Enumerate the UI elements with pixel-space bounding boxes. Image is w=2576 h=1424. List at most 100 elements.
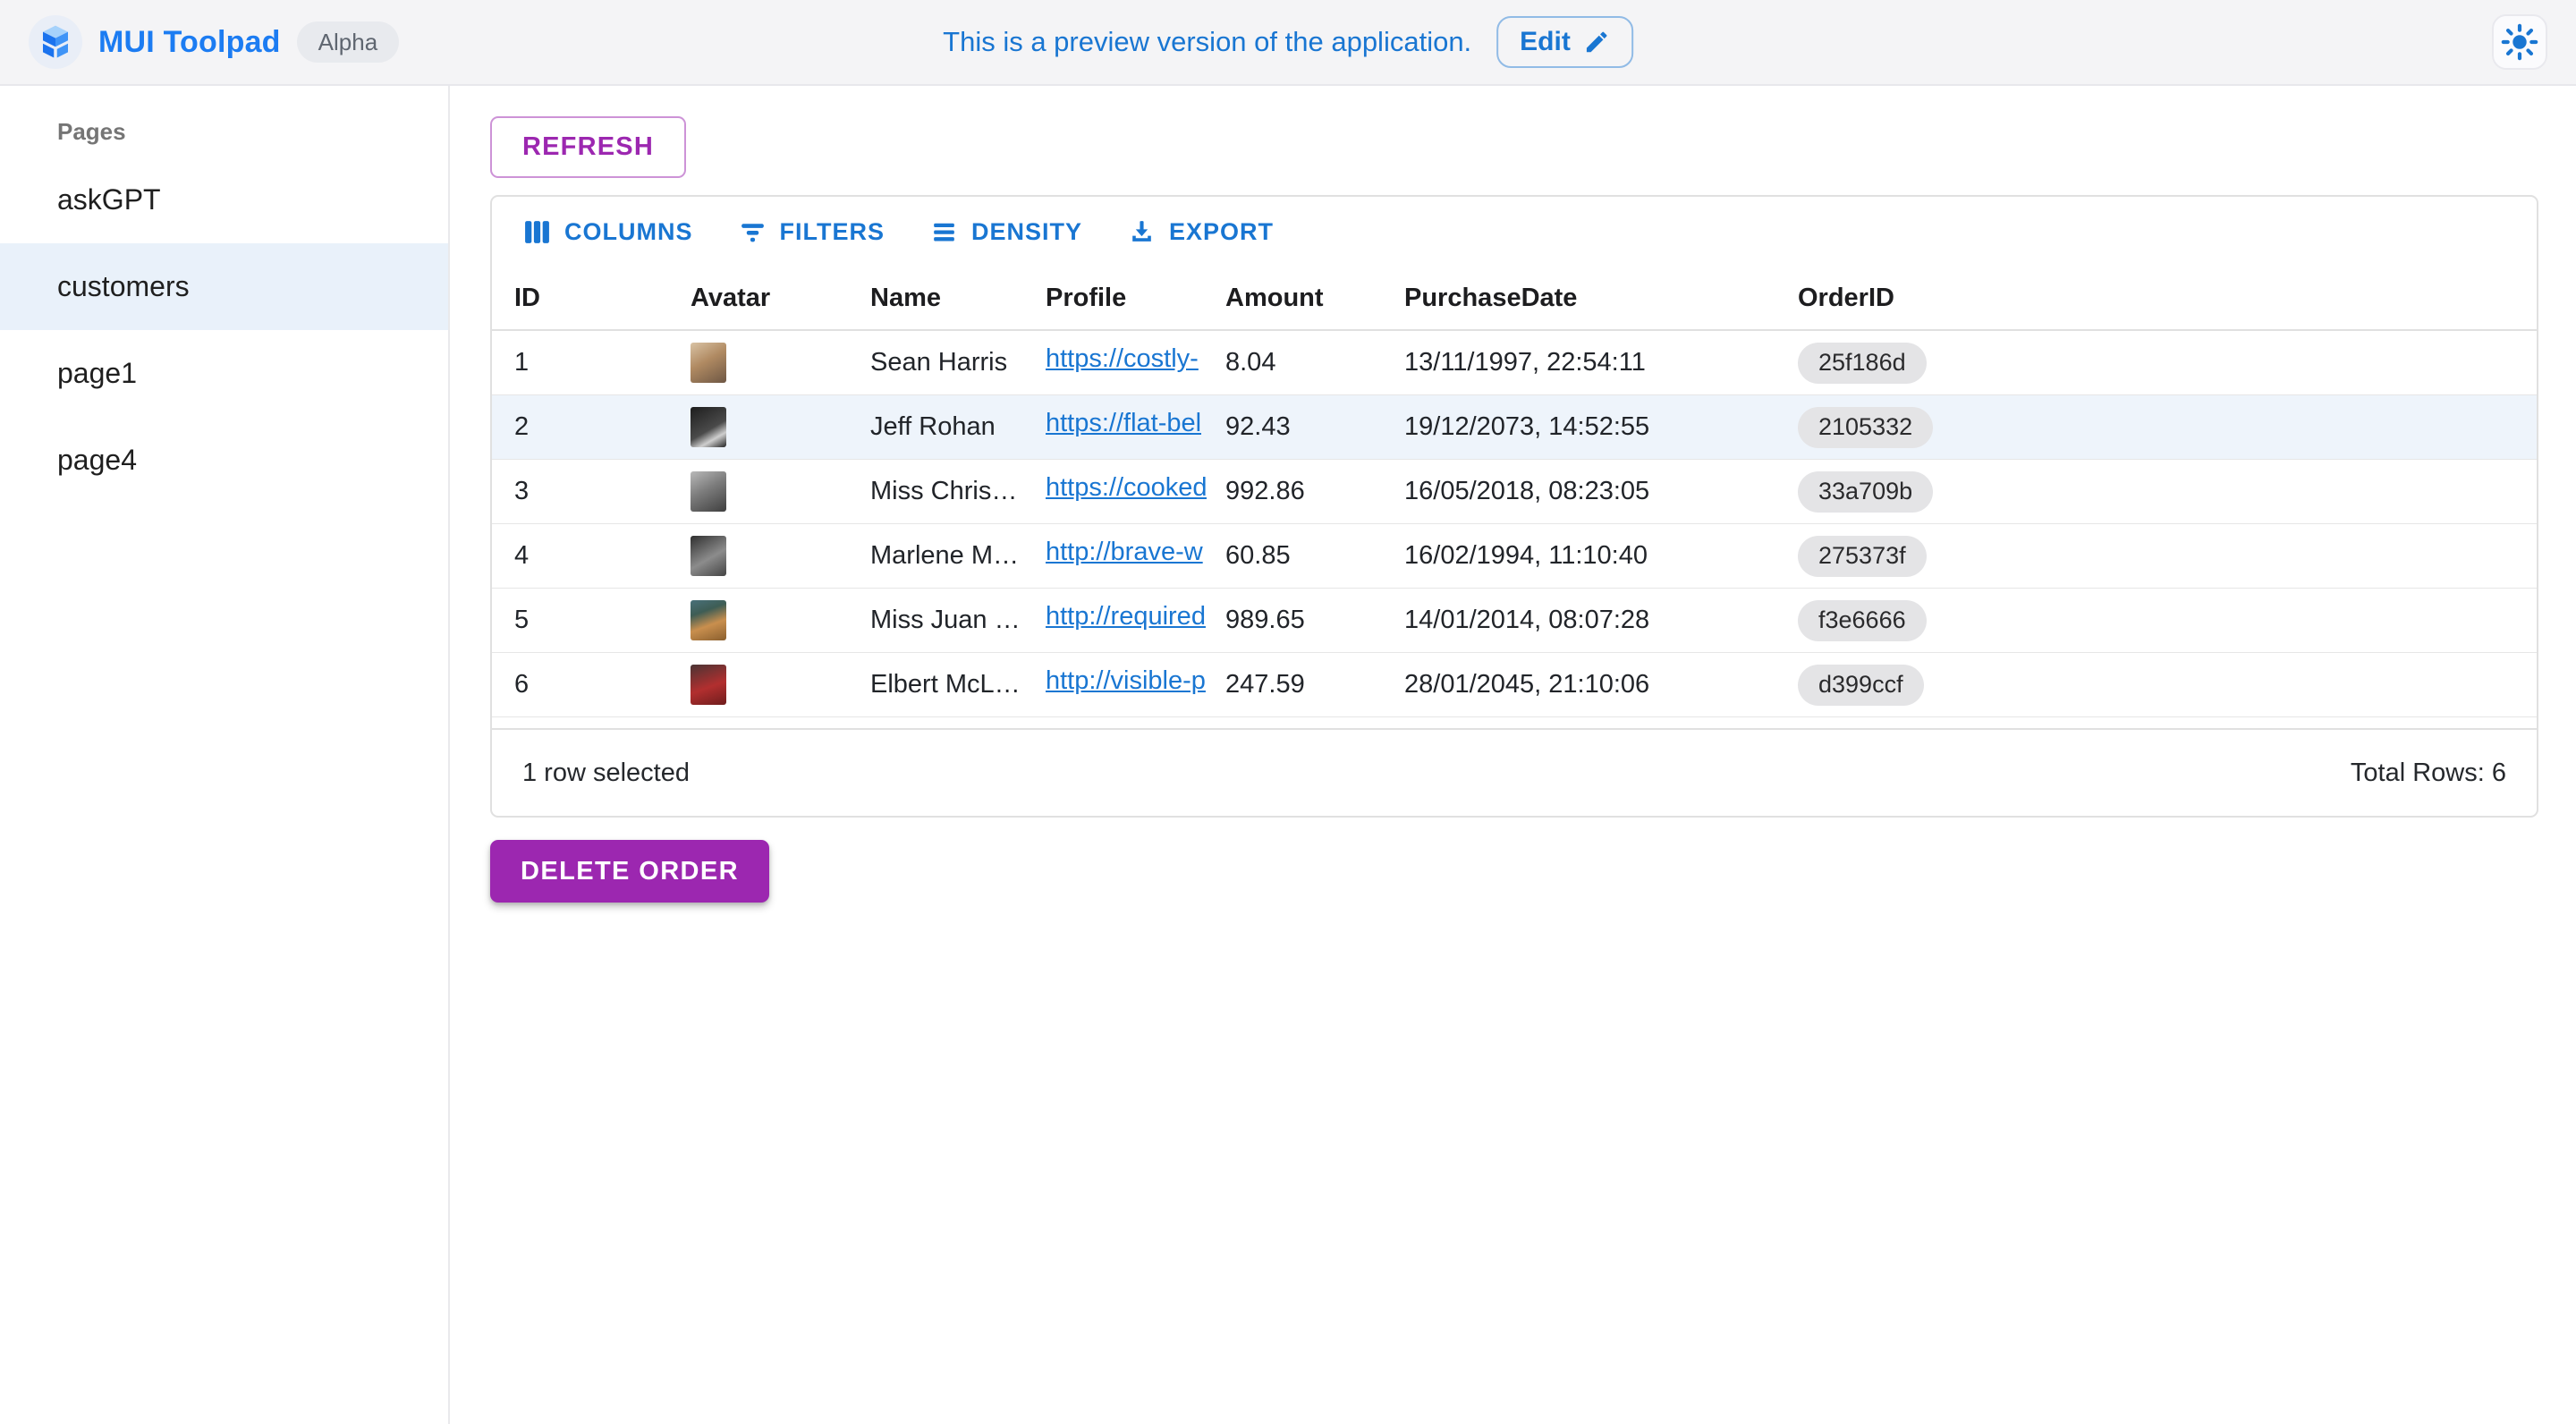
cell-orderid: 25f186d xyxy=(1798,343,2537,384)
density-button[interactable]: DENSITY xyxy=(917,208,1095,256)
columns-button[interactable]: COLUMNS xyxy=(510,208,706,256)
export-button-label: EXPORT xyxy=(1169,218,1274,246)
column-header-orderid[interactable]: OrderID xyxy=(1798,284,2537,313)
app-title: MUI Toolpad xyxy=(98,25,281,60)
column-header-amount[interactable]: Amount xyxy=(1225,284,1404,313)
avatar xyxy=(691,407,726,447)
columns-button-label: COLUMNS xyxy=(564,218,693,246)
order-id-chip: d399ccf xyxy=(1798,665,1924,706)
sidebar-item-page4[interactable]: page4 xyxy=(0,417,448,504)
cell-avatar xyxy=(691,471,870,512)
column-header-name[interactable]: Name xyxy=(870,284,1046,313)
avatar xyxy=(691,471,726,512)
cell-orderid: f3e6666 xyxy=(1798,600,2537,641)
cell-profile: http://visible-p xyxy=(1046,666,1225,703)
cell-purchasedate: 16/02/1994, 11:10:40 xyxy=(1404,541,1798,571)
table-row[interactable]: 3 Miss Chris… https://cooked 992.86 16/0… xyxy=(492,460,2537,524)
cell-profile: http://brave-w xyxy=(1046,538,1225,574)
sun-icon xyxy=(2501,23,2538,61)
cell-purchasedate: 28/01/2045, 21:10:06 xyxy=(1404,670,1798,699)
selection-count: 1 row selected xyxy=(522,759,690,788)
filter-list-icon xyxy=(738,217,767,247)
cell-name: Jeff Rohan xyxy=(870,412,1046,442)
cell-id: 6 xyxy=(514,670,691,699)
table-row[interactable]: 6 Elbert McL… http://visible-p 247.59 28… xyxy=(492,653,2537,717)
cell-id: 5 xyxy=(514,606,691,635)
order-id-chip: 2105332 xyxy=(1798,407,1933,448)
cell-amount: 60.85 xyxy=(1225,541,1404,571)
cell-profile: https://costly- xyxy=(1046,344,1225,381)
grid-header-row: ID Avatar Name Profile Amount PurchaseDa… xyxy=(492,267,2537,331)
filters-button[interactable]: FILTERS xyxy=(725,208,898,256)
filters-button-label: FILTERS xyxy=(780,218,886,246)
mui-toolpad-logo-icon xyxy=(29,15,82,69)
cell-amount: 247.59 xyxy=(1225,670,1404,699)
total-rows: Total Rows: 6 xyxy=(2351,759,2506,788)
avatar xyxy=(691,665,726,705)
brand: MUI Toolpad Alpha xyxy=(29,15,399,69)
cell-orderid: 275373f xyxy=(1798,536,2537,577)
order-id-chip: 33a709b xyxy=(1798,471,1933,513)
sidebar-item-customers[interactable]: customers xyxy=(0,243,448,330)
cell-purchasedate: 14/01/2014, 08:07:28 xyxy=(1404,606,1798,635)
profile-link[interactable]: http://visible-p xyxy=(1046,666,1206,696)
density-lines-icon xyxy=(929,217,959,247)
refresh-button[interactable]: REFRESH xyxy=(490,116,686,178)
cell-amount: 992.86 xyxy=(1225,477,1404,506)
cell-name: Sean Harris xyxy=(870,348,1046,377)
edit-button[interactable]: Edit xyxy=(1496,16,1633,68)
cell-avatar xyxy=(691,343,870,383)
cell-purchasedate: 16/05/2018, 08:23:05 xyxy=(1404,477,1798,506)
cell-avatar xyxy=(691,407,870,447)
profile-link[interactable]: http://required xyxy=(1046,602,1206,631)
main-content: REFRESH COLUMNS xyxy=(450,86,2576,1424)
sidebar-heading: Pages xyxy=(0,86,448,157)
view-columns-icon xyxy=(522,217,552,247)
avatar xyxy=(691,600,726,640)
pencil-icon xyxy=(1583,29,1610,55)
alpha-badge: Alpha xyxy=(297,21,400,63)
column-header-avatar[interactable]: Avatar xyxy=(691,284,870,313)
column-header-profile[interactable]: Profile xyxy=(1046,284,1225,313)
cell-amount: 989.65 xyxy=(1225,606,1404,635)
preview-notice-text: This is a preview version of the applica… xyxy=(943,26,1471,58)
cell-id: 2 xyxy=(514,412,691,442)
table-row[interactable]: 1 Sean Harris https://costly- 8.04 13/11… xyxy=(492,331,2537,395)
cell-name: Elbert McL… xyxy=(870,670,1046,699)
cell-profile: http://required xyxy=(1046,602,1225,639)
profile-link[interactable]: http://brave-w xyxy=(1046,538,1203,567)
avatar xyxy=(691,343,726,383)
sidebar-item-askgpt[interactable]: askGPT xyxy=(0,157,448,243)
cell-purchasedate: 13/11/1997, 22:54:11 xyxy=(1404,348,1798,377)
delete-order-button[interactable]: DELETE ORDER xyxy=(490,840,769,903)
cell-orderid: 2105332 xyxy=(1798,407,2537,448)
sidebar: Pages askGPT customers page1 page4 xyxy=(0,86,450,1424)
cell-id: 4 xyxy=(514,541,691,571)
cell-avatar xyxy=(691,600,870,640)
table-row-selected[interactable]: 2 Jeff Rohan https://flat-bel 92.43 19/1… xyxy=(492,395,2537,460)
cell-orderid: 33a709b xyxy=(1798,471,2537,513)
cell-id: 1 xyxy=(514,348,691,377)
cell-avatar xyxy=(691,536,870,576)
cell-avatar xyxy=(691,665,870,705)
edit-button-label: Edit xyxy=(1520,27,1571,57)
column-header-id[interactable]: ID xyxy=(514,284,691,313)
cell-profile: https://cooked xyxy=(1046,473,1225,510)
preview-banner: This is a preview version of the applica… xyxy=(943,16,1633,68)
table-row[interactable]: 4 Marlene M… http://brave-w 60.85 16/02/… xyxy=(492,524,2537,589)
order-id-chip: 25f186d xyxy=(1798,343,1927,384)
sidebar-item-page1[interactable]: page1 xyxy=(0,330,448,417)
profile-link[interactable]: https://flat-bel xyxy=(1046,409,1201,438)
profile-link[interactable]: https://cooked xyxy=(1046,473,1207,503)
grid-rows: 1 Sean Harris https://costly- 8.04 13/11… xyxy=(492,331,2537,717)
table-row[interactable]: 5 Miss Juan … http://required 989.65 14/… xyxy=(492,589,2537,653)
theme-toggle-button[interactable] xyxy=(2492,14,2547,70)
top-bar: MUI Toolpad Alpha This is a preview vers… xyxy=(0,0,2576,86)
cell-name: Miss Juan … xyxy=(870,606,1046,635)
cell-name: Miss Chris… xyxy=(870,477,1046,506)
export-button[interactable]: EXPORT xyxy=(1114,208,1286,256)
column-header-purchasedate[interactable]: PurchaseDate xyxy=(1404,284,1798,313)
profile-link[interactable]: https://costly- xyxy=(1046,344,1199,374)
body-layout: Pages askGPT customers page1 page4 REFRE… xyxy=(0,86,2576,1424)
order-id-chip: f3e6666 xyxy=(1798,600,1927,641)
